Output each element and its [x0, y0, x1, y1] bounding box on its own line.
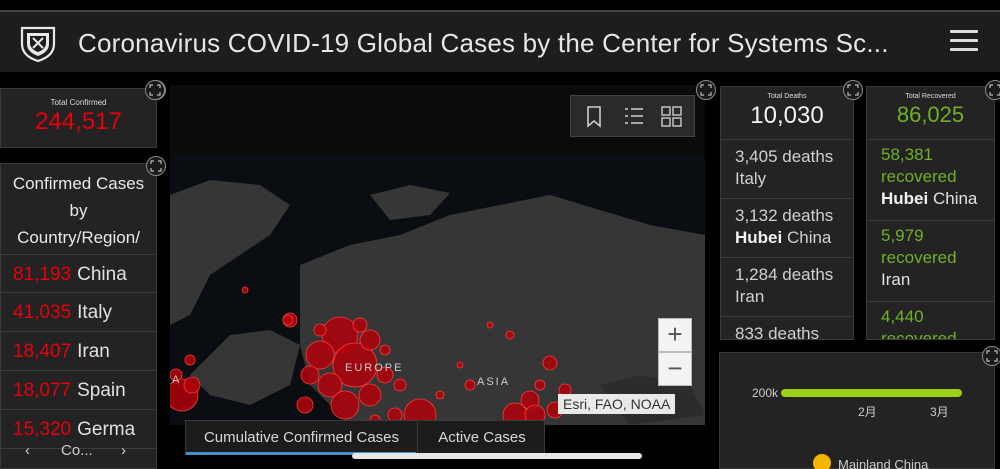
- country-name: China: [77, 264, 127, 285]
- total-recovered-panel: Total Recovered 86,025 58,381 recovered Hu…: [866, 86, 995, 340]
- deaths-count: 3,132 deaths: [735, 206, 834, 225]
- expand-icon[interactable]: [696, 80, 716, 100]
- bookmark-icon[interactable]: [585, 106, 603, 128]
- deaths-count: 833 deaths: [735, 324, 820, 340]
- x-tick-label: 2月: [858, 405, 877, 419]
- jhu-shield-logo: [20, 26, 56, 62]
- zoom-in-button[interactable]: +: [658, 318, 692, 352]
- map-tab-bar: Cumulative Confirmed Cases Active Cases: [185, 420, 545, 455]
- deaths-list-item[interactable]: 3,132 deaths Hubei China: [721, 199, 853, 258]
- deaths-place-name: Iran: [735, 287, 765, 306]
- country-list-item[interactable]: 18,407 Iran: [1, 332, 156, 371]
- country-name: Italy: [77, 302, 112, 323]
- page-title: Coronavirus COVID-19 Global Cases by the…: [78, 28, 889, 58]
- previous-page-button[interactable]: ‹: [25, 434, 30, 468]
- zoom-out-button[interactable]: −: [658, 352, 692, 386]
- confirmed-by-country-panel: Confirmed Cases by Country/Region/ 81,19…: [0, 163, 157, 469]
- tab-active-cases[interactable]: Active Cases: [418, 421, 546, 454]
- map-label-left: A: [172, 374, 180, 386]
- deaths-place: Hubei China: [735, 227, 839, 249]
- deaths-list-item[interactable]: 3,405 deaths Italy: [721, 140, 853, 199]
- recovered-count: 4,440: [881, 307, 924, 326]
- tab-cumulative-confirmed[interactable]: Cumulative Confirmed Cases: [186, 421, 418, 454]
- hamburger-menu-icon[interactable]: [950, 30, 978, 56]
- deaths-place-name: Italy: [735, 169, 767, 188]
- deaths-list-item[interactable]: 1,284 deaths Iran: [721, 258, 853, 317]
- legend-swatch: [813, 454, 831, 469]
- expand-icon[interactable]: [146, 156, 166, 176]
- total-deaths-value: 10,030: [721, 102, 853, 140]
- map-attribution: Esri, FAO, NOAA: [558, 394, 676, 414]
- recovered-word: recovered: [881, 329, 957, 340]
- recovered-place: Iran: [881, 269, 980, 291]
- recovered-place-name: China: [928, 189, 978, 208]
- total-confirmed-value: 244,517: [35, 108, 122, 135]
- country-list-item[interactable]: 41,035 Italy: [1, 293, 156, 332]
- deaths-count: 1,284 deaths: [735, 265, 834, 284]
- recovered-place-bold: Hubei: [881, 189, 929, 208]
- recovered-word: recovered: [881, 167, 957, 186]
- basemap-gallery-icon[interactable]: [661, 106, 683, 128]
- country-case-count: 81,193: [13, 264, 72, 285]
- country-list-item[interactable]: 81,193 China: [1, 254, 156, 293]
- legend-list-icon[interactable]: [623, 106, 645, 128]
- recovered-place: Hubei China: [881, 188, 980, 210]
- pager-label[interactable]: Co...: [61, 434, 93, 468]
- deaths-place-name: China: [782, 228, 832, 247]
- map-label-europe: EUROPE: [345, 362, 404, 374]
- total-recovered-label: Total Recovered: [905, 93, 956, 100]
- recovered-count: 58,381: [881, 145, 933, 164]
- country-name: Spain: [77, 380, 126, 401]
- country-list-item[interactable]: 18,077 Spain: [1, 371, 156, 410]
- country-name: Iran: [77, 341, 110, 362]
- y-tick-label: 200k: [752, 386, 779, 400]
- next-page-button[interactable]: ›: [121, 434, 126, 468]
- app-header: Coronavirus COVID-19 Global Cases by the…: [0, 10, 1000, 72]
- recovered-list-item[interactable]: 58,381 recovered Hubei China: [867, 140, 994, 221]
- recovered-place-name: Iran: [881, 270, 911, 289]
- legend-label: Mainland China: [838, 457, 929, 469]
- country-list-pager: ‹ Co... ›: [1, 434, 156, 468]
- country-case-count: 41,035: [13, 302, 72, 323]
- total-deaths-label: Total Deaths: [767, 93, 807, 100]
- recovered-word: recovered: [881, 248, 957, 267]
- total-confirmed-panel: Total Confirmed 244,517: [0, 88, 157, 148]
- deaths-place-bold: Hubei: [735, 228, 783, 247]
- total-recovered-value: 86,025: [867, 102, 994, 140]
- world-map[interactable]: EUROPE ASIA A + − Esri, FAO, NOAA: [170, 85, 705, 425]
- total-deaths-panel: Total Deaths 10,030 3,405 deaths Italy 3,1…: [720, 86, 854, 340]
- x-tick-label: 3月: [930, 405, 949, 419]
- country-case-count: 18,077: [13, 380, 72, 401]
- recovered-count: 5,979: [881, 226, 924, 245]
- map-label-asia: ASIA: [477, 376, 511, 388]
- country-case-count: 18,407: [13, 341, 72, 362]
- map-toolbar: [570, 95, 695, 137]
- deaths-place: Iran: [735, 286, 839, 308]
- country-list-heading: Confirmed Cases by Country/Region/: [12, 174, 145, 247]
- recovered-list-item[interactable]: 5,979 recovered Iran: [867, 221, 994, 302]
- deaths-count: 3,405 deaths: [735, 147, 834, 166]
- expand-icon[interactable]: [843, 80, 863, 100]
- recovered-list-item[interactable]: 4,440 recovered: [867, 302, 994, 340]
- total-confirmed-label: Total Confirmed: [50, 98, 107, 107]
- expand-icon[interactable]: [145, 80, 165, 100]
- expand-icon[interactable]: [985, 80, 1000, 100]
- trend-chart-panel: 200k 2月 3月 Mainland China: [719, 352, 995, 469]
- expand-icon[interactable]: [982, 346, 1000, 366]
- deaths-list-item[interactable]: 833 deaths: [721, 317, 853, 340]
- deaths-place: Italy: [735, 168, 839, 190]
- home-indicator-bar: [352, 453, 642, 459]
